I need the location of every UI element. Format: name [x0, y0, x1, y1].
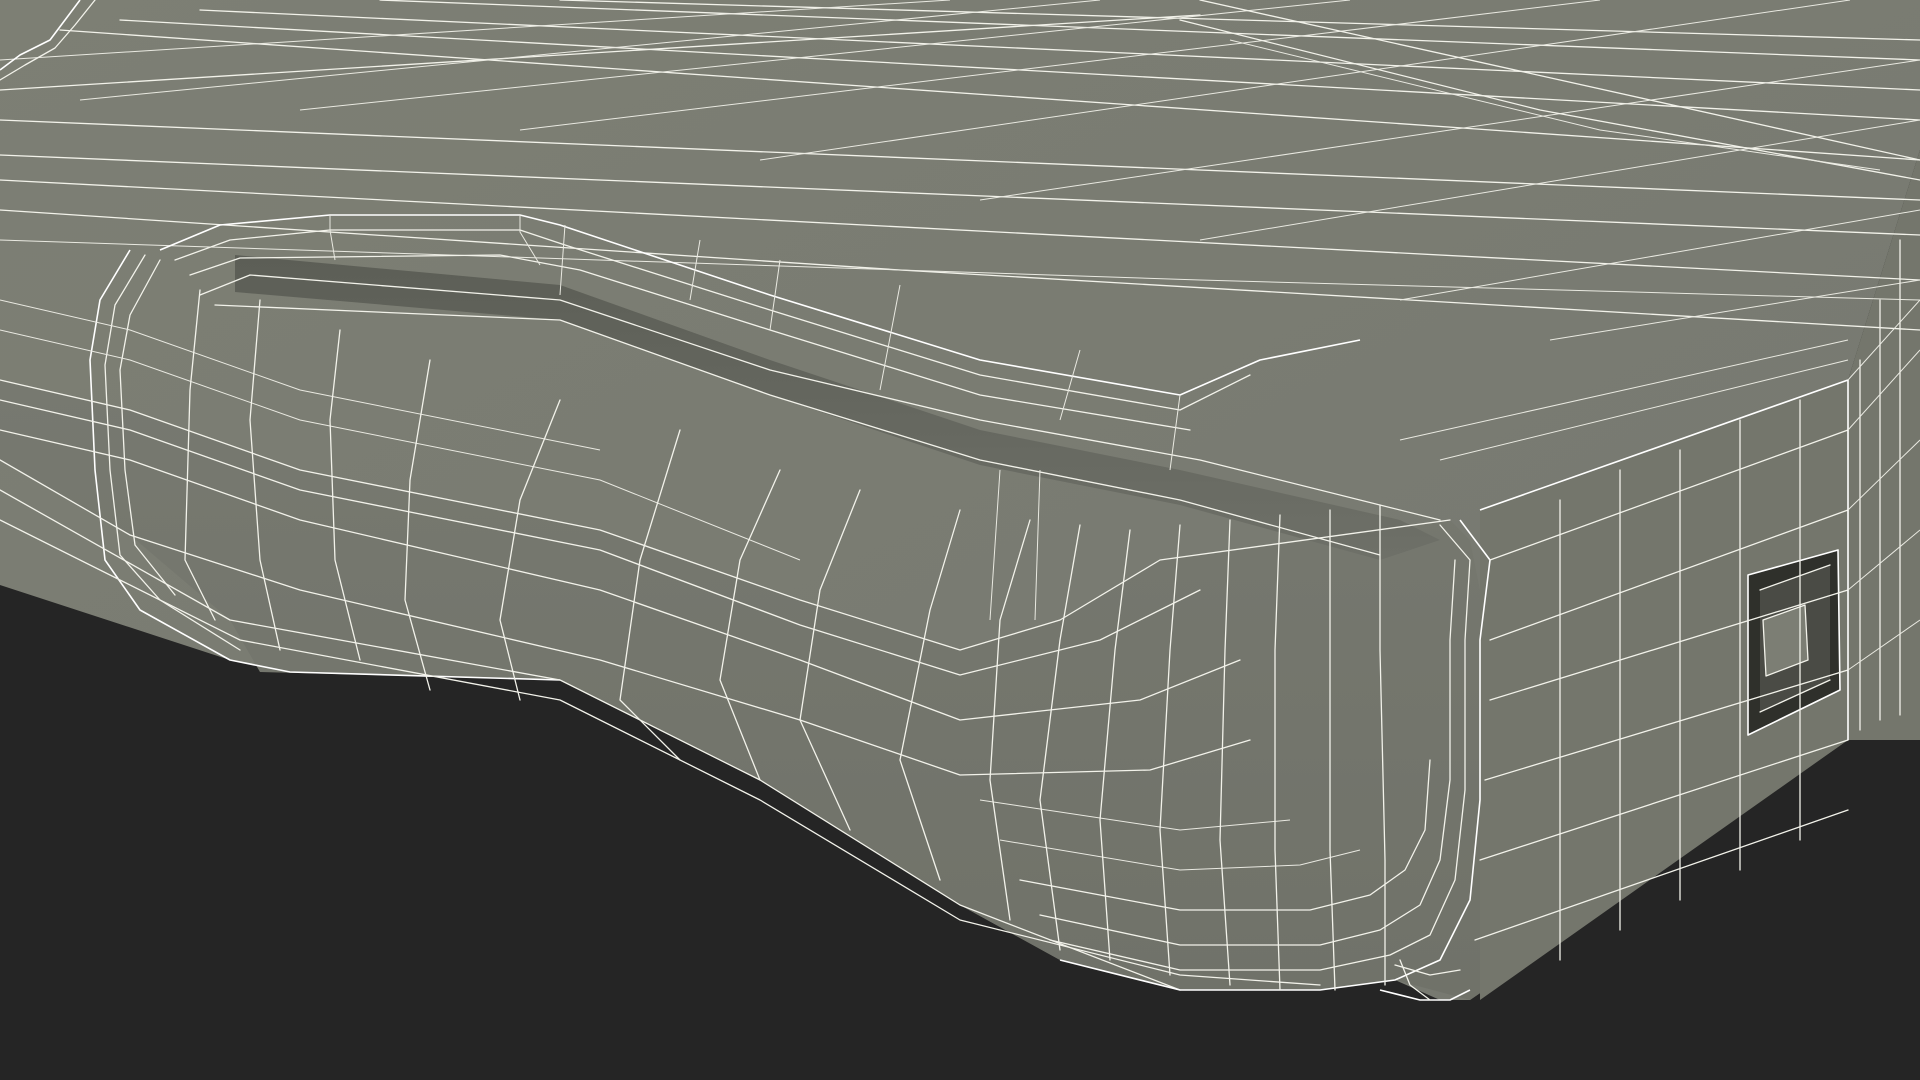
render-viewport [0, 0, 1920, 1080]
wireframe-render [0, 0, 1920, 1001]
device-body [0, 0, 1920, 1000]
